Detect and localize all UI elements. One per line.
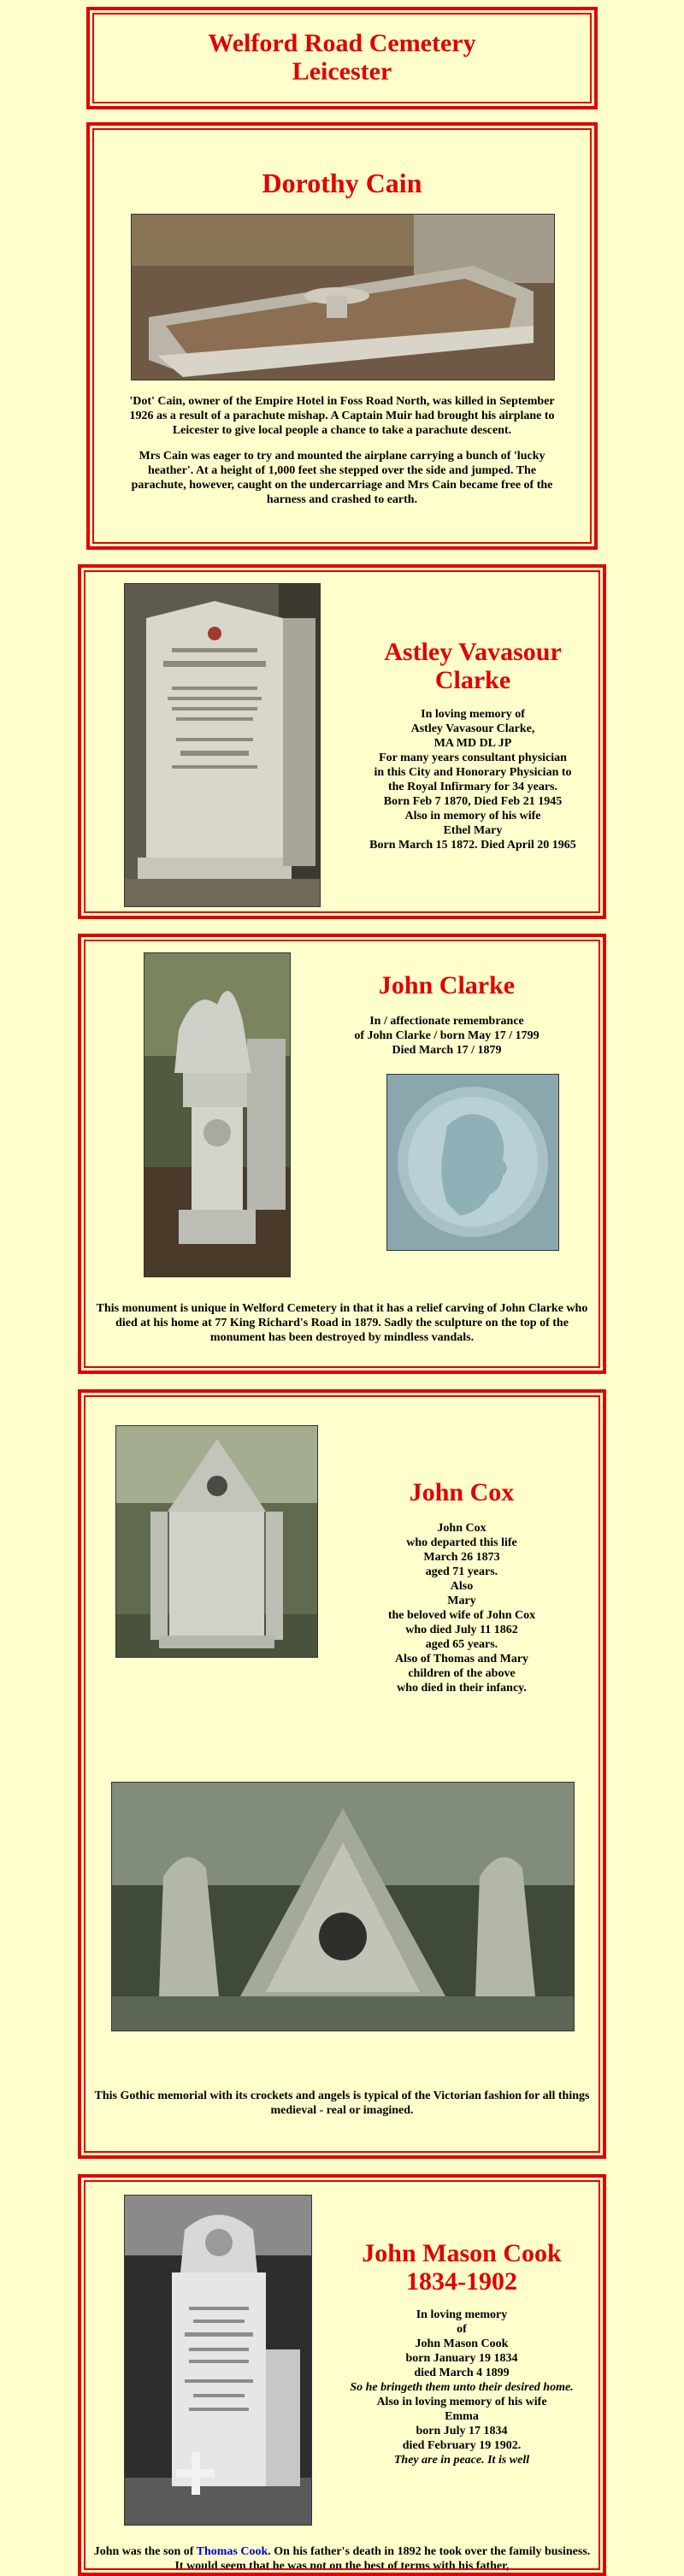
header-box: Welford Road Cemetery Leicester bbox=[86, 7, 598, 109]
john-clarke-relief-photo bbox=[386, 1074, 559, 1251]
cook-verse-2: They are in peace. It is well bbox=[393, 2454, 530, 2467]
section-john-clarke: John Clarke In / affectionate remembranc… bbox=[78, 934, 606, 1374]
john-cox-detail-photo bbox=[111, 1782, 575, 2031]
john-cox-line: aged 65 years. bbox=[425, 1638, 498, 1651]
john-mason-cook-name: John Mason Cook 1834-1902 bbox=[338, 2239, 586, 2296]
john-clarke-line: In / affectionate remembrance bbox=[369, 1015, 524, 1028]
astley-line: For many years consultant physician bbox=[379, 752, 567, 764]
astley-clarke-inscription: In loving memory of Astley Vavasour Clar… bbox=[353, 707, 593, 852]
page-title-line1: Welford Road Cemetery bbox=[208, 29, 476, 57]
dorothy-cain-para-2: Mrs Cain was eager to try and mounted th… bbox=[131, 450, 553, 506]
john-mason-cook-name-line: John Mason Cook bbox=[362, 2239, 562, 2267]
cook-line: died March 4 1899 bbox=[414, 2367, 510, 2379]
cook-line: of bbox=[457, 2323, 467, 2336]
john-cox-line: children of the above bbox=[408, 1667, 516, 1680]
cook-line: Emma bbox=[445, 2410, 479, 2423]
astley-line: in this City and Honorary Physician to bbox=[374, 766, 572, 779]
page-title: Welford Road Cemetery Leicester bbox=[90, 29, 594, 85]
dorothy-cain-text: 'Dot' Cain, owner of the Empire Hotel in… bbox=[124, 395, 560, 508]
john-cox-line: aged 71 years. bbox=[425, 1565, 498, 1578]
john-clarke-monument-photo bbox=[144, 952, 291, 1277]
dorothy-cain-photo bbox=[131, 214, 555, 380]
astley-line: In loving memory of bbox=[421, 708, 525, 721]
cook-verse-1: So he bringeth them unto their desired h… bbox=[350, 2381, 574, 2394]
cook-line: Also in loving memory of his wife bbox=[376, 2396, 547, 2408]
john-cox-line: John Cox bbox=[437, 1522, 486, 1535]
john-cox-monument-photo bbox=[115, 1425, 318, 1658]
john-mason-cook-years: 1834-1902 bbox=[406, 2267, 517, 2296]
john-cox-line: the beloved wife of John Cox bbox=[387, 1609, 536, 1622]
astley-line: the Royal Infirmary for 34 years. bbox=[387, 781, 558, 793]
astley-line: MA MD DL JP bbox=[433, 737, 512, 750]
cook-line: died February 19 1902. bbox=[402, 2439, 522, 2452]
john-cox-line: March 26 1873 bbox=[423, 1551, 500, 1564]
dorothy-cain-name: Dorothy Cain bbox=[262, 168, 422, 198]
astley-clarke-photo bbox=[124, 583, 321, 907]
john-clarke-line: of John Clarke / born May 17 / 1799 bbox=[354, 1029, 540, 1042]
section-astley-clarke: Astley Vavasour Clarke In loving memory … bbox=[78, 564, 606, 919]
section-dorothy-cain: Dorothy Cain 'Dot' Cain, owner of the Em… bbox=[86, 122, 598, 550]
john-cox-line: who died in their infancy. bbox=[397, 1682, 527, 1695]
john-mason-cook-inscription: In loving memory of John Mason Cook born… bbox=[346, 2308, 577, 2467]
astley-clarke-name-line1: Astley Vavasour bbox=[384, 638, 562, 666]
cook-line: In loving memory bbox=[416, 2308, 508, 2321]
john-mason-cook-bio: John was the son of Thomas Cook. On his … bbox=[93, 2545, 591, 2574]
section-john-cox: John Cox John Cox who departed this life… bbox=[78, 1389, 606, 2159]
cook-line: born January 19 1834 bbox=[405, 2352, 518, 2365]
page-title-line2: Leicester bbox=[292, 57, 392, 85]
john-cox-line: Also bbox=[450, 1580, 474, 1593]
john-mason-cook-photo bbox=[124, 2195, 312, 2526]
john-clarke-inscription: In / affectionate remembrance of John Cl… bbox=[308, 1014, 586, 1058]
john-cox-line: Also of Thomas and Mary bbox=[394, 1653, 529, 1665]
astley-line: Astley Vavasour Clarke, bbox=[410, 722, 535, 735]
john-cox-caption: This Gothic memorial with its crockets a… bbox=[94, 2090, 590, 2117]
cook-line: born July 17 1834 bbox=[416, 2425, 508, 2437]
john-cox-name: John Cox bbox=[409, 1478, 515, 1506]
cook-bio-pre: John was the son of bbox=[93, 2545, 197, 2558]
astley-clarke-name: Astley Vavasour Clarke bbox=[353, 638, 593, 694]
john-cox-line: Mary bbox=[447, 1595, 476, 1607]
astley-line: Born Feb 7 1870, Died Feb 21 1945 bbox=[383, 795, 563, 808]
section-john-mason-cook: John Mason Cook 1834-1902 In loving memo… bbox=[78, 2174, 606, 2576]
thomas-cook-link[interactable]: Thomas Cook bbox=[197, 2545, 268, 2558]
astley-line: Ethel Mary bbox=[443, 824, 503, 837]
john-clarke-caption: This monument is unique in Welford Cemet… bbox=[96, 1302, 588, 1344]
astley-line: Born March 15 1872. Died April 20 1965 bbox=[369, 839, 576, 852]
astley-clarke-name-line2: Clarke bbox=[434, 666, 511, 694]
dorothy-cain-para-1: 'Dot' Cain, owner of the Empire Hotel in… bbox=[129, 395, 555, 437]
john-cox-line: who departed this life bbox=[406, 1536, 517, 1549]
astley-line: Also in memory of his wife bbox=[404, 810, 541, 822]
cook-line: John Mason Cook bbox=[415, 2337, 509, 2350]
john-clarke-line: Died March 17 / 1879 bbox=[392, 1044, 502, 1057]
john-cox-inscription: John Cox who departed this life March 26… bbox=[338, 1521, 586, 1695]
john-clarke-name: John Clarke bbox=[378, 971, 516, 999]
john-cox-line: who died July 11 1862 bbox=[405, 1624, 518, 1636]
